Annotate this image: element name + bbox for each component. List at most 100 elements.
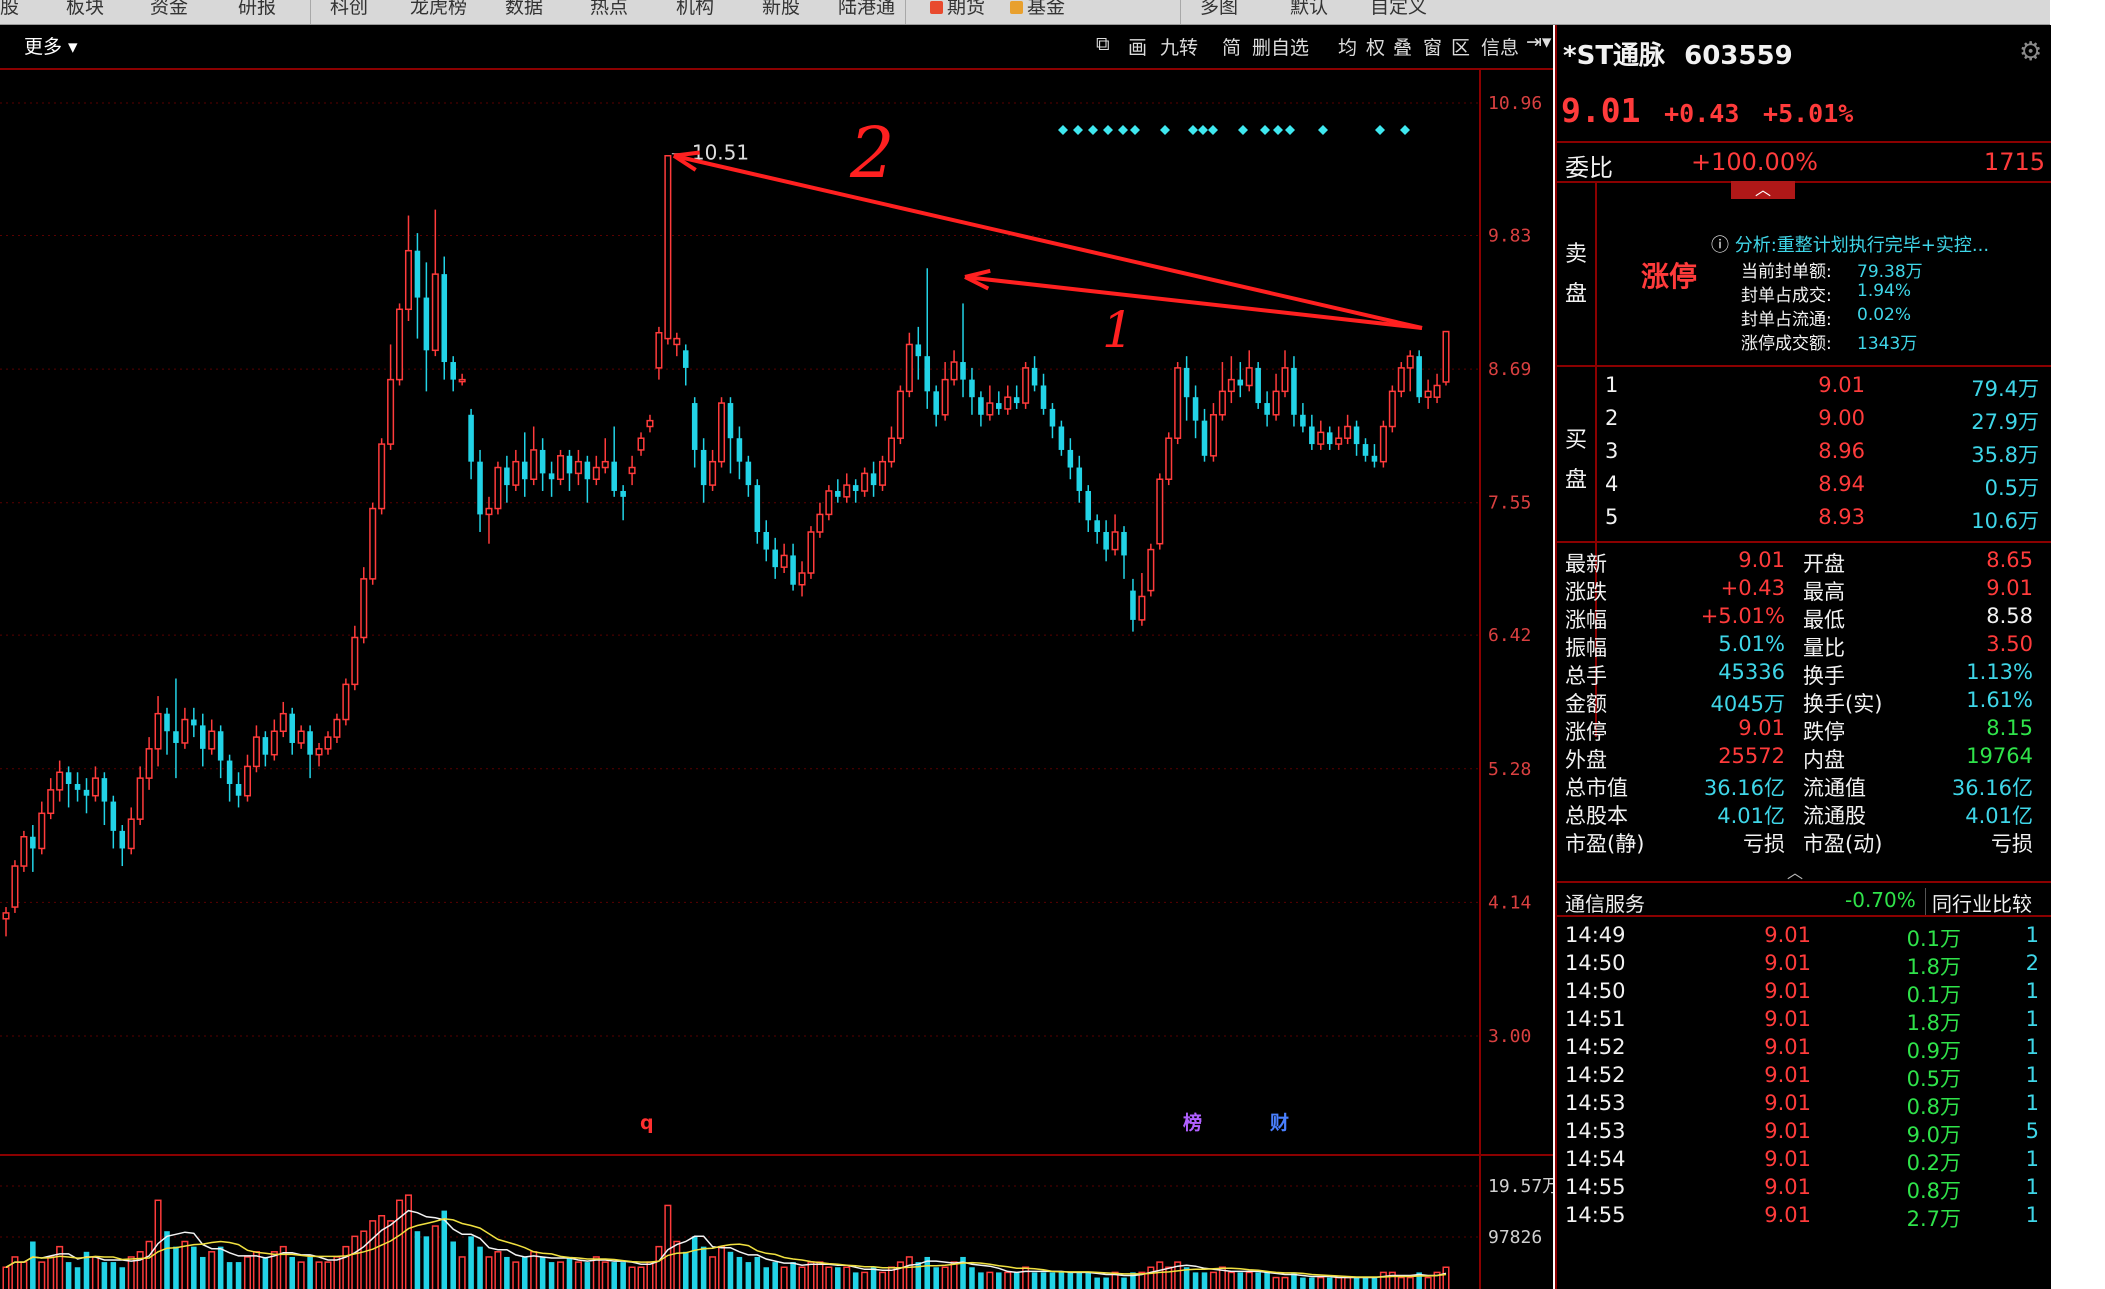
nav-tab-1[interactable]: 板块 — [66, 0, 104, 19]
nav-tab-15[interactable]: 自定义 — [1370, 0, 1427, 19]
y-tick-label: 8.69 — [1488, 359, 1531, 380]
volume-bar — [1442, 1266, 1450, 1289]
kline-chart-area[interactable]: 更多 ▾ ⧉ 画九转简删自选均权叠窗区信息 ⇥▾ 10.96 9.83 8.69 7.55… — [0, 25, 1553, 1289]
nav-tab-label: 机构 — [676, 0, 715, 18]
tick-volume: 0.8万 — [1906, 1179, 1961, 1203]
candle-body — [996, 403, 1002, 409]
candle-body — [414, 250, 421, 298]
tick-volume: 1.8万 — [1906, 955, 1961, 979]
volume-bar — [1371, 1277, 1378, 1289]
candle-body — [351, 636, 359, 686]
candle-body — [477, 461, 483, 515]
nav-tab-12[interactable]: 基金 — [1010, 0, 1065, 19]
volume-bar — [315, 1261, 323, 1289]
bid-price[interactable]: 8.96 — [1745, 439, 1865, 463]
tick-price: 9.01 — [1764, 1063, 1811, 1087]
candle-body — [1174, 367, 1182, 439]
volume-bar — [1264, 1272, 1270, 1289]
nav-tab-14[interactable]: 默认 — [1290, 0, 1328, 19]
checkbox-icon[interactable] — [930, 1, 943, 14]
volume-bar — [30, 1241, 36, 1289]
volume-bar — [47, 1256, 55, 1289]
volume-bar — [485, 1256, 493, 1289]
candle-body — [718, 402, 726, 463]
signal-diamond-icon — [1130, 125, 1140, 135]
bid-price[interactable]: 8.94 — [1745, 472, 1865, 496]
gear-icon[interactable]: ⚙ — [2019, 37, 2042, 67]
candle-body — [664, 154, 672, 340]
candle-body — [458, 378, 466, 383]
nav-tab-7[interactable]: 热点 — [590, 0, 628, 19]
signal-diamond-icon — [1118, 125, 1128, 135]
quote-value: 36.16亿 — [1951, 776, 2033, 800]
candle-body — [38, 812, 46, 850]
tick-price: 9.01 — [1764, 1119, 1811, 1143]
candle-body — [870, 473, 877, 486]
industry-name[interactable]: 通信服务 — [1565, 888, 1645, 917]
checkbox-icon[interactable] — [1010, 1, 1023, 14]
collapse-quote-icon[interactable]: ︿ — [1787, 859, 1803, 883]
nav-tab-8[interactable]: 机构 — [676, 0, 714, 19]
candle-body — [601, 460, 609, 469]
bid-volume: 35.8万 — [1971, 443, 2039, 467]
nav-tab-label: 默认 — [1290, 0, 1329, 18]
candle-body — [468, 414, 474, 462]
nav-tab-4[interactable]: 科创 — [330, 0, 368, 19]
nav-tab-9[interactable]: 新股 — [762, 0, 800, 19]
industry-compare-button[interactable]: 同行业比较 — [1925, 888, 2032, 917]
candle-body — [1416, 356, 1422, 398]
analysis-value: 1.94% — [1857, 281, 1912, 301]
volume-bar — [1406, 1276, 1414, 1289]
bid-price[interactable]: 8.93 — [1745, 505, 1865, 529]
candle-body — [83, 789, 90, 796]
y-tick-label: 10.96 — [1488, 93, 1542, 114]
tick-volume: 2.7万 — [1906, 1207, 1961, 1231]
analysis-text[interactable]: 分析:重整计划执行完毕+实控... — [1735, 235, 1989, 256]
bid-price[interactable]: 9.00 — [1745, 406, 1865, 430]
quote-label: 最低 — [1803, 608, 1845, 632]
nav-tab-3[interactable]: 研报 — [238, 0, 276, 19]
tick-time: 14:50 — [1565, 979, 1626, 1003]
nav-tab-6[interactable]: 数据 — [505, 0, 543, 19]
candle-body — [1031, 367, 1038, 386]
stock-name: *ST通脉 — [1563, 41, 1666, 71]
tick-count: 1 — [2025, 1203, 2039, 1227]
quote-label: 换手(实) — [1803, 692, 1883, 716]
volume-bar — [754, 1256, 761, 1289]
candle-body — [878, 460, 887, 486]
analysis-key: 封单占流通: — [1741, 310, 1832, 330]
nav-tab-5[interactable]: 龙虎榜 — [410, 0, 467, 19]
volume-bar — [74, 1267, 81, 1289]
candle-body — [11, 865, 19, 908]
nav-tab-13[interactable]: 多图 — [1200, 0, 1238, 19]
nav-tab-2[interactable]: 资金 — [150, 0, 188, 19]
tick-price: 9.01 — [1764, 979, 1811, 1003]
nav-tab-0[interactable]: 股 — [0, 0, 19, 19]
event-marker: q — [640, 1112, 654, 1134]
bid-price[interactable]: 9.01 — [1745, 373, 1865, 397]
volume-bar — [905, 1256, 913, 1289]
candle-body — [1362, 444, 1369, 456]
candle-body — [816, 513, 824, 533]
candle-body — [790, 555, 796, 585]
collapse-up-icon[interactable]: ︿ — [1731, 181, 1795, 199]
candle-body — [933, 391, 939, 415]
volume-bar — [825, 1266, 833, 1289]
candle-body — [1209, 414, 1217, 457]
candle-body — [119, 830, 126, 849]
volume-bar — [1103, 1277, 1109, 1289]
nav-tab-10[interactable]: 陆港通 — [838, 0, 895, 19]
volume-bar — [414, 1231, 421, 1289]
volume-bar — [65, 1262, 72, 1289]
volume-bar — [601, 1261, 609, 1289]
nav-tab-11[interactable]: 期货 — [930, 0, 985, 19]
candle-body — [47, 789, 55, 815]
candle-body — [369, 507, 377, 580]
nav-tab-label: 多图 — [1200, 0, 1239, 18]
nav-separator — [1180, 0, 1181, 24]
quote-value: 9.01 — [1986, 576, 2033, 600]
quote-label: 金额 — [1565, 692, 1607, 716]
candle-body — [1397, 367, 1405, 393]
volume-bar — [628, 1266, 636, 1289]
tick-time: 14:55 — [1565, 1203, 1626, 1227]
